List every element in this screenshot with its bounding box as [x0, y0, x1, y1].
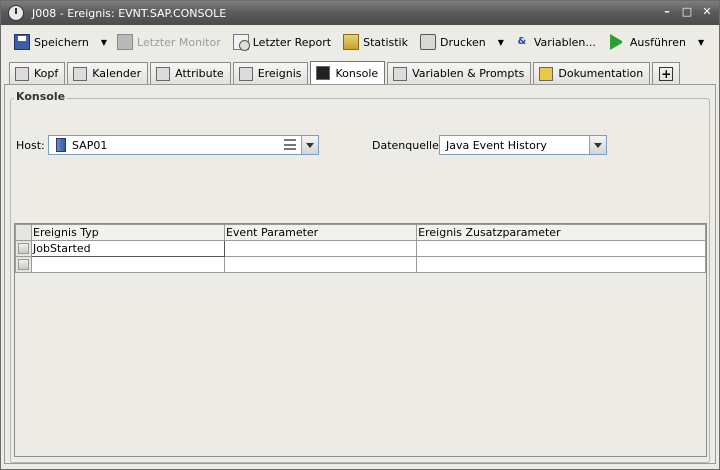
- last-monitor-label: Letzter Monitor: [137, 35, 221, 49]
- tab-kalender[interactable]: Kalender: [67, 62, 149, 84]
- tab-attribute[interactable]: Attribute: [150, 62, 231, 84]
- column-header-event-parameter[interactable]: Event Parameter: [223, 224, 418, 241]
- header-icon: [15, 66, 29, 81]
- tab-label: Variablen & Prompts: [412, 67, 525, 80]
- window-title: J008 - Ereignis: EVNT.SAP.CONSOLE: [32, 6, 227, 20]
- calendar-icon: [73, 66, 88, 81]
- monitor-icon: [117, 34, 134, 50]
- variables-icon: &: [517, 36, 527, 47]
- printer-icon: [420, 34, 436, 50]
- column-header-ereignis-typ[interactable]: Ereignis Typ: [31, 224, 225, 241]
- close-icon[interactable]: ✕: [701, 6, 713, 18]
- tab-konsole[interactable]: Konsole: [310, 61, 386, 84]
- tab-variablen-prompts[interactable]: Variablen & Prompts: [387, 62, 532, 84]
- host-dropdown-button[interactable]: [301, 136, 318, 154]
- tab-add-button[interactable]: +: [652, 62, 681, 84]
- group-title: Konsole: [14, 90, 68, 103]
- event-icon: [238, 66, 253, 81]
- tab-ereignis[interactable]: Ereignis: [232, 62, 309, 84]
- tab-label: Dokumentation: [558, 67, 644, 80]
- table-row[interactable]: JobStarted: [15, 240, 706, 257]
- report-icon: [232, 34, 250, 51]
- window: J008 - Ereignis: EVNT.SAP.CONSOLE – □ ✕ …: [0, 0, 720, 470]
- variables-icon: [393, 66, 408, 81]
- play-icon: [609, 34, 626, 50]
- tab-label: Kalender: [92, 67, 142, 80]
- title-bar[interactable]: J008 - Ereignis: EVNT.SAP.CONSOLE – □ ✕: [1, 1, 719, 25]
- datasource-label: Datenquelle:: [372, 139, 443, 152]
- row-marker: [18, 259, 29, 270]
- execute-label: Ausführen: [629, 35, 686, 49]
- toolbar: Speichern ▼ Letzter Monitor Letzter Repo…: [2, 27, 718, 57]
- last-report-label: Letzter Report: [252, 35, 332, 49]
- last-report-button[interactable]: Letzter Report: [229, 30, 335, 54]
- datasource-value: Java Event History: [446, 138, 547, 152]
- datasource-dropdown-button[interactable]: [589, 136, 606, 154]
- window-controls: – □ ✕: [661, 6, 713, 18]
- tab-bar: Kopf Kalender Attribute Ereignis Konsole…: [9, 61, 682, 84]
- statistics-icon: [343, 34, 360, 50]
- last-monitor-button: Letzter Monitor: [113, 30, 225, 54]
- execute-dropdown-icon[interactable]: ▼: [698, 38, 704, 47]
- datasource-select[interactable]: Java Event History: [439, 135, 607, 155]
- tab-label: Attribute: [175, 67, 224, 80]
- host-value: SAP01: [72, 138, 108, 152]
- row-header-corner: [15, 224, 32, 241]
- table-cell[interactable]: [223, 256, 418, 273]
- table-cell[interactable]: [416, 256, 706, 273]
- table-row[interactable]: [15, 256, 706, 273]
- tab-label: Kopf: [34, 67, 59, 80]
- save-button[interactable]: Speichern: [10, 30, 93, 54]
- event-table-container[interactable]: Ereignis Typ Event Parameter Ereignis Zu…: [14, 223, 707, 457]
- print-button[interactable]: Drucken: [416, 30, 490, 54]
- server-icon: [56, 138, 66, 152]
- statistics-label: Statistik: [363, 35, 408, 49]
- save-dropdown-icon[interactable]: ▼: [101, 38, 107, 47]
- save-label: Speichern: [34, 35, 89, 49]
- variables-button[interactable]: & Variablen...: [510, 30, 600, 54]
- floppy-disk-icon: [14, 34, 30, 50]
- maximize-icon[interactable]: □: [681, 6, 693, 18]
- table-cell[interactable]: [31, 256, 225, 273]
- list-icon[interactable]: [284, 139, 296, 150]
- row-marker: [18, 243, 29, 254]
- table-cell[interactable]: JobStarted: [31, 240, 225, 257]
- table-header-row: Ereignis Typ Event Parameter Ereignis Zu…: [15, 224, 706, 241]
- row-header[interactable]: [15, 256, 32, 273]
- print-label: Drucken: [440, 35, 486, 49]
- add-tab-icon: +: [659, 66, 674, 81]
- execute-button[interactable]: Ausführen: [604, 30, 690, 54]
- console-icon: [316, 66, 331, 80]
- tab-label: Ereignis: [257, 67, 302, 80]
- tab-kopf[interactable]: Kopf: [9, 62, 66, 84]
- column-header-zusatzparameter[interactable]: Ereignis Zusatzparameter: [416, 224, 706, 241]
- documentation-icon: [539, 66, 554, 81]
- host-label: Host:: [16, 139, 45, 152]
- event-table: Ereignis Typ Event Parameter Ereignis Zu…: [15, 224, 706, 273]
- print-dropdown-icon[interactable]: ▼: [498, 38, 504, 47]
- table-cell[interactable]: [223, 240, 418, 257]
- table-cell[interactable]: [416, 240, 706, 257]
- attributes-icon: [156, 66, 171, 81]
- minimize-icon[interactable]: –: [661, 6, 673, 18]
- variables-label: Variablen...: [533, 35, 596, 49]
- row-header[interactable]: [15, 240, 32, 257]
- host-field[interactable]: SAP01: [48, 135, 319, 155]
- statistics-button[interactable]: Statistik: [339, 30, 412, 54]
- clock-icon: [8, 5, 24, 21]
- tab-dokumentation[interactable]: Dokumentation: [533, 62, 651, 84]
- tab-label: Konsole: [335, 66, 379, 80]
